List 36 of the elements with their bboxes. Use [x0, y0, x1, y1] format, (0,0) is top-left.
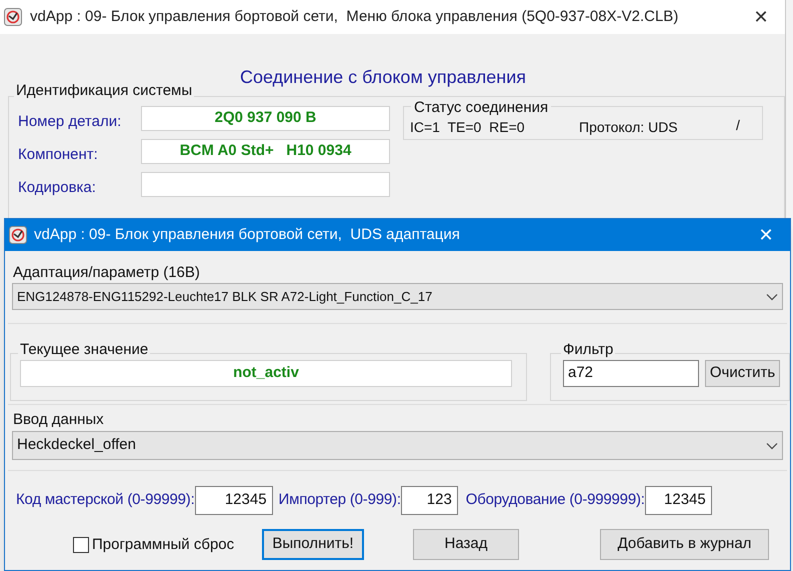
number-field[interactable]: 12345	[194, 486, 273, 515]
field-label: Номер детали:	[18, 112, 122, 132]
close-button[interactable]: ✕	[746, 222, 786, 248]
field-label: Кодировка:	[18, 178, 96, 198]
field-label: Оборудование (0-999999):	[466, 490, 645, 510]
status-text: IC=1 TE=0 RE=0	[410, 118, 525, 137]
value-field: not_activ	[20, 360, 512, 387]
text-field[interactable]: BCM A0 Std+ H10 0934	[141, 139, 390, 164]
text-field[interactable]: 2Q0 937 090 B	[141, 106, 390, 131]
parameter-dropdown[interactable]: ENG124878-ENG115292-Leuchte17 BLK SR A72-Light_Function_C_17	[12, 283, 783, 310]
field-label: Код мастерской (0-99999):	[16, 490, 195, 510]
section-heading: Соединение с блоком управления	[240, 66, 526, 89]
chevron-down-icon	[766, 442, 778, 450]
filter-field[interactable]: a72	[563, 360, 699, 387]
window-title: vdApp : 09- Блок управления бортовой сети, Меню блока управления (5Q0-937-08X-V2.CLB)	[30, 6, 680, 27]
text-field[interactable]	[141, 172, 390, 197]
dialog-button[interactable]: Назад	[413, 529, 519, 560]
field-label: Компонент:	[18, 145, 98, 165]
app-icon	[4, 8, 22, 26]
protocol-text: Протокол: UDS	[579, 118, 678, 137]
value-dropdown[interactable]: Heckdeckel_offen	[12, 431, 783, 460]
clear-button[interactable]: Очистить	[705, 360, 780, 387]
window-title: vdApp : 09- Блок управления бортовой сети, UDS адаптация	[34, 224, 461, 245]
number-field[interactable]: 123	[400, 486, 458, 515]
dialog-button[interactable]: Выполнить!	[262, 529, 364, 560]
chevron-down-icon	[766, 292, 778, 300]
dialog-button[interactable]: Добавить в журнал	[600, 529, 769, 560]
group-title: Ввод данных	[13, 410, 104, 430]
number-field[interactable]: 12345	[644, 486, 712, 515]
group-title: Адаптация/параметр (16В)	[13, 263, 200, 283]
close-button[interactable]: ✕	[741, 4, 781, 30]
status-mark: /	[736, 116, 740, 135]
checkbox[interactable]	[73, 537, 89, 554]
field-label: Импортер (0-999):	[278, 490, 401, 510]
app-icon	[9, 226, 27, 244]
checkbox-label: Программный сброс	[92, 535, 234, 555]
